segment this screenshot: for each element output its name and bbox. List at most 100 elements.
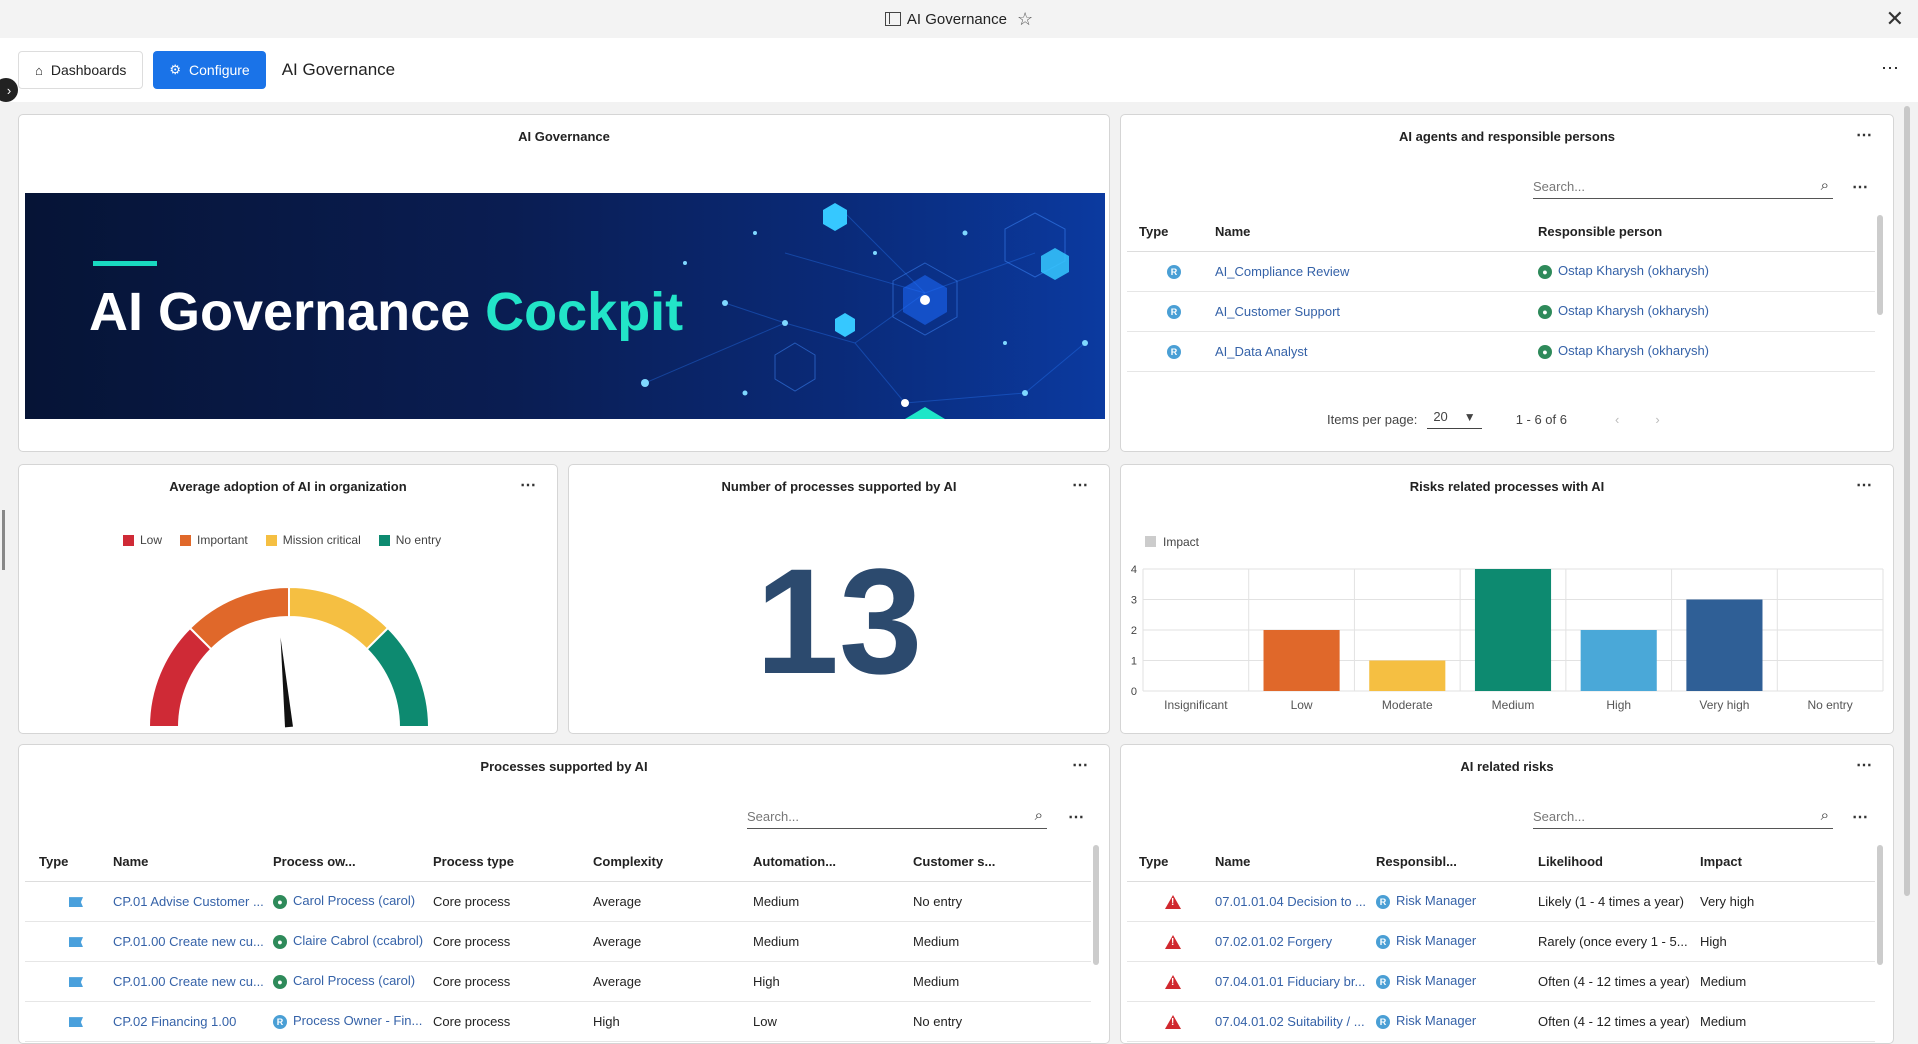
- process-owner[interactable]: Carol Process (carol): [293, 893, 415, 908]
- process-owner[interactable]: Carol Process (carol): [293, 973, 415, 988]
- agent-name[interactable]: AI_Compliance Review: [1215, 251, 1538, 292]
- table-row[interactable]: R AI_Compliance Review ● Ostap Kharysh (o…: [1127, 251, 1875, 292]
- risks-bar-chart: Impact 0 1 2 3 4 Insignificant Low Moderate Mediu…: [1131, 535, 1884, 712]
- search-placeholder: Search...: [747, 809, 800, 824]
- gear-icon: ⚙: [169, 62, 182, 77]
- risk-name[interactable]: 07.02.01.02 Forgery: [1215, 921, 1376, 962]
- process-name[interactable]: CP.01.00 Create new cu...: [113, 921, 273, 962]
- dashboard-window-icon: [884, 12, 901, 26]
- process-owner[interactable]: Process Owner - Fin...: [293, 1013, 422, 1028]
- table-row[interactable]: R AI_Customer Support ● Ostap Kharysh (ok…: [1127, 291, 1875, 332]
- column-header[interactable]: Process type: [433, 843, 593, 882]
- customer-satisfaction: Medium: [913, 921, 1091, 962]
- gauge-segment: [147, 626, 213, 728]
- person-icon: ●: [1538, 264, 1552, 279]
- widget-more-icon[interactable]: ⋯: [1856, 755, 1873, 775]
- responsible-person[interactable]: Ostap Kharysh (okharysh): [1558, 263, 1709, 278]
- risk-responsible[interactable]: Risk Manager: [1396, 1013, 1476, 1028]
- table-more-icon[interactable]: ⋯: [1068, 807, 1085, 827]
- sidebar-toggle-chevron-icon[interactable]: ›: [0, 78, 18, 102]
- agents-search-input[interactable]: Search... ⌕: [1533, 175, 1833, 199]
- table-row[interactable]: 07.02.01.02 Forgery R Risk Manager Rarely…: [1127, 921, 1875, 962]
- person-icon: ●: [273, 934, 287, 949]
- risk-name[interactable]: 07.01.01.04 Decision to ...: [1215, 881, 1376, 922]
- role-icon: R: [1376, 1014, 1390, 1029]
- process-name[interactable]: CP.01 Advise Customer ...: [113, 881, 273, 922]
- dashboards-button[interactable]: ⌂ Dashboards: [18, 51, 144, 89]
- risk-name[interactable]: 07.04.01.02 Suitability / ...: [1215, 1001, 1376, 1042]
- y-tick-label: 4: [1131, 564, 1137, 576]
- search-icon[interactable]: ⌕: [1821, 807, 1829, 824]
- column-header[interactable]: Type: [1127, 213, 1215, 252]
- process-flag-icon: [69, 1017, 83, 1028]
- column-header[interactable]: Impact: [1700, 843, 1875, 882]
- process-name[interactable]: CP.01.00 Create new cu...: [113, 961, 273, 1002]
- risk-name[interactable]: 07.04.01.01 Fiduciary br...: [1215, 961, 1376, 1002]
- dashboards-button-label: Dashboards: [50, 62, 127, 78]
- search-icon[interactable]: ⌕: [1035, 807, 1043, 824]
- column-header[interactable]: Type: [1127, 843, 1215, 882]
- search-icon[interactable]: ⌕: [1821, 177, 1829, 194]
- table-more-icon[interactable]: ⋯: [1852, 807, 1869, 827]
- column-header[interactable]: Name: [113, 843, 273, 882]
- table-row[interactable]: 07.04.01.01 Fiduciary br... R Risk Manage…: [1127, 961, 1875, 1002]
- kpi-value: 13: [755, 537, 923, 705]
- likelihood: Often (4 - 12 times a year): [1538, 961, 1700, 1002]
- risks-chart-widget: Risks related processes with AI ⋯ Impact…: [1120, 464, 1894, 734]
- responsible-person[interactable]: Ostap Kharysh (okharysh): [1558, 343, 1709, 358]
- risk-warning-icon: [1165, 974, 1181, 989]
- resize-handle[interactable]: [2, 510, 5, 570]
- configure-button[interactable]: ⚙ Configure: [153, 51, 266, 89]
- process-type: Core process: [433, 961, 593, 1002]
- next-page-icon[interactable]: ›: [1655, 412, 1659, 427]
- table-row[interactable]: CP.01 Advise Customer ... ● Carol Process…: [25, 881, 1091, 922]
- risk-responsible[interactable]: Risk Manager: [1396, 973, 1476, 988]
- widget-more-icon[interactable]: ⋯: [1856, 125, 1873, 145]
- toolbar-more-icon[interactable]: ⋯: [1881, 58, 1900, 79]
- y-tick-label: 1: [1131, 656, 1137, 668]
- table-scrollbar[interactable]: [1093, 845, 1099, 965]
- widget-more-icon[interactable]: ⋯: [1072, 475, 1089, 495]
- y-tick-label: 3: [1131, 595, 1137, 607]
- items-per-page-select[interactable]: 20 ▼: [1427, 409, 1482, 429]
- column-header[interactable]: Responsible person: [1538, 213, 1875, 252]
- agent-name[interactable]: AI_Data Analyst: [1215, 331, 1538, 372]
- widget-title: Processes supported by AI: [480, 759, 648, 774]
- column-header[interactable]: Responsibl...: [1376, 843, 1538, 882]
- agent-name[interactable]: AI_Customer Support: [1215, 291, 1538, 332]
- column-header[interactable]: Customer s...: [913, 843, 1091, 882]
- risks-search-input[interactable]: Search... ⌕: [1533, 805, 1833, 829]
- processes-search-input[interactable]: Search... ⌕: [747, 805, 1047, 829]
- table-row[interactable]: CP.01.00 Create new cu... ● Claire Cabrol…: [25, 921, 1091, 962]
- table-scrollbar[interactable]: [1877, 845, 1883, 965]
- table-row[interactable]: CP.01.00 Create new cu... ● Carol Process…: [25, 961, 1091, 1002]
- table-scrollbar[interactable]: [1877, 215, 1883, 315]
- table-row[interactable]: 07.01.01.04 Decision to ... R Risk Manage…: [1127, 881, 1875, 922]
- table-more-icon[interactable]: ⋯: [1852, 177, 1869, 197]
- table-row[interactable]: 07.04.01.02 Suitability / ... R Risk Mana…: [1127, 1001, 1875, 1042]
- favorite-star-icon[interactable]: ☆: [1017, 9, 1033, 30]
- column-header[interactable]: Likelihood: [1538, 843, 1700, 882]
- risk-responsible[interactable]: Risk Manager: [1396, 933, 1476, 948]
- process-owner[interactable]: Claire Cabrol (ccabrol): [293, 933, 423, 948]
- person-icon: ●: [1538, 304, 1552, 319]
- risk-responsible[interactable]: Risk Manager: [1396, 893, 1476, 908]
- x-tick-label: High: [1606, 698, 1631, 712]
- role-icon: R: [1167, 304, 1181, 319]
- responsible-person[interactable]: Ostap Kharysh (okharysh): [1558, 303, 1709, 318]
- column-header[interactable]: Type: [25, 843, 113, 882]
- table-row[interactable]: CP.02 Financing 1.00 R Process Owner - Fi…: [25, 1001, 1091, 1042]
- prev-page-icon[interactable]: ‹: [1615, 412, 1619, 427]
- page-scrollbar[interactable]: [1904, 106, 1910, 896]
- role-icon: R: [1376, 934, 1390, 949]
- column-header[interactable]: Complexity: [593, 843, 753, 882]
- widget-more-icon[interactable]: ⋯: [1072, 755, 1089, 775]
- process-flag-icon: [69, 977, 83, 988]
- process-name[interactable]: CP.02 Financing 1.00: [113, 1001, 273, 1042]
- column-header[interactable]: Name: [1215, 843, 1376, 882]
- table-row[interactable]: R AI_Data Analyst ● Ostap Kharysh (okhary…: [1127, 331, 1875, 372]
- column-header[interactable]: Automation...: [753, 843, 913, 882]
- close-icon[interactable]: ✕: [1886, 6, 1904, 32]
- column-header[interactable]: Process ow...: [273, 843, 433, 882]
- column-header[interactable]: Name: [1215, 213, 1538, 252]
